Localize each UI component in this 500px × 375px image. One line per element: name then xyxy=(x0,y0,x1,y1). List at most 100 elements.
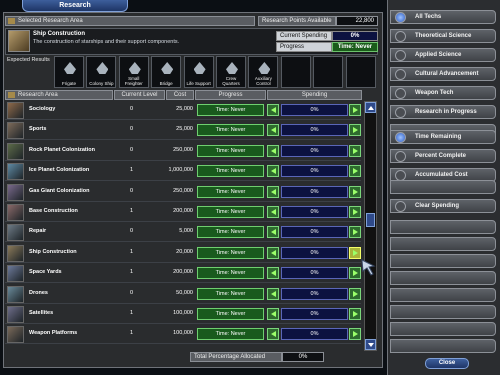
spending-bar[interactable]: 0% xyxy=(281,328,348,341)
sidebar-empty-slot[interactable] xyxy=(390,220,496,234)
sidebar-empty-slot[interactable] xyxy=(390,254,496,268)
sidebar-empty-slot[interactable] xyxy=(390,237,496,251)
decrease-spending-button[interactable] xyxy=(267,206,279,218)
research-cost: 200,000 xyxy=(173,208,193,214)
table-row[interactable]: Repair 0 5,000 Time: Never 0% xyxy=(5,223,361,243)
decrease-spending-button[interactable] xyxy=(267,287,279,300)
increase-spending-button[interactable] xyxy=(349,226,361,239)
progress-time: Time: Never xyxy=(197,185,264,198)
expected-result-tile[interactable]: Bridge xyxy=(151,56,182,88)
sort-button-0[interactable]: Time Remaining xyxy=(390,130,496,144)
expected-result-tile[interactable]: Frigate xyxy=(54,56,84,88)
close-button[interactable]: Close xyxy=(425,358,469,369)
sidebar-spacer[interactable] xyxy=(390,180,496,194)
header-spending[interactable]: Spending xyxy=(267,90,362,100)
clear-spending-button[interactable]: Clear Spending xyxy=(390,199,496,213)
filter-button-2[interactable]: Applied Science xyxy=(390,48,496,62)
increase-spending-button[interactable] xyxy=(349,104,361,116)
table-row[interactable]: Space Yards 1 200,000 Time: Never 0% xyxy=(5,264,361,284)
decrease-spending-button[interactable] xyxy=(267,104,279,116)
header-progress[interactable]: Progress xyxy=(195,90,266,100)
research-thumbnail-icon xyxy=(7,265,24,283)
research-thumbnail-icon xyxy=(7,244,24,262)
spending-bar[interactable]: 0% xyxy=(281,104,348,116)
decrease-spending-button[interactable] xyxy=(267,328,279,341)
decrease-spending-button[interactable] xyxy=(267,144,279,157)
table-row[interactable]: Gas Giant Colonization 0 250,000 Time: Neve… xyxy=(5,183,361,202)
sidebar-empty-slot[interactable] xyxy=(390,322,496,336)
increase-spending-button[interactable] xyxy=(349,165,361,178)
table-row[interactable]: Satellites 1 100,000 Time: Never 0% xyxy=(5,305,361,324)
filter-button-1[interactable]: Theoretical Science xyxy=(390,29,496,43)
decrease-spending-button[interactable] xyxy=(267,124,279,137)
scroll-thumb[interactable] xyxy=(366,213,375,227)
filter-button-5[interactable]: Research in Progress xyxy=(390,105,496,119)
sidebar-empty-slot[interactable] xyxy=(390,271,496,285)
spending-bar[interactable]: 0% xyxy=(281,165,348,178)
spending-bar[interactable]: 0% xyxy=(281,287,348,300)
sidebar-empty-slot[interactable] xyxy=(390,339,496,353)
table-row[interactable]: Sports 0 25,000 Time: Never 0% xyxy=(5,121,361,141)
increase-spending-button[interactable] xyxy=(349,124,361,137)
spending-bar[interactable]: 0% xyxy=(281,144,348,157)
ship-icon xyxy=(258,62,271,74)
header-cost[interactable]: Cost xyxy=(166,90,194,100)
expected-result-tile[interactable]: Colony Ship xyxy=(86,56,117,88)
table-row[interactable]: Sociology 0 25,000 Time: Never 0% xyxy=(5,101,361,120)
spending-bar[interactable]: 0% xyxy=(281,226,348,239)
decrease-spending-button[interactable] xyxy=(267,185,279,198)
spending-bar[interactable]: 0% xyxy=(281,124,348,137)
expected-result-tile[interactable] xyxy=(313,56,344,88)
decrease-spending-button[interactable] xyxy=(267,308,279,320)
decrease-spending-button[interactable] xyxy=(267,267,279,280)
research-cost: 25,000 xyxy=(176,106,193,112)
decrease-spending-button[interactable] xyxy=(267,246,279,259)
increase-spending-button[interactable] xyxy=(349,185,361,198)
header-research-area[interactable]: Research Area xyxy=(5,90,113,100)
spending-bar[interactable]: 0% xyxy=(281,185,348,198)
increase-spending-button[interactable] xyxy=(349,308,361,320)
filter-button-0[interactable]: All Techs xyxy=(390,10,496,24)
increase-spending-button[interactable] xyxy=(349,144,361,157)
expected-result-tile[interactable] xyxy=(280,56,311,88)
expected-result-tile[interactable]: Crew Quarters xyxy=(216,56,246,88)
decrease-spending-button[interactable] xyxy=(267,165,279,178)
table-row[interactable]: Ice Planet Colonization 1 1,000,000 Time: N… xyxy=(5,162,361,182)
research-table: Sociology 0 25,000 Time: Never 0% Sports 0 25,0… xyxy=(5,101,361,349)
research-thumbnail-icon xyxy=(7,306,24,323)
table-row[interactable]: Base Construction 1 200,000 Time: Never 0% xyxy=(5,203,361,222)
current-level: 0 xyxy=(129,106,134,112)
progress-time: Time: Never xyxy=(197,328,264,341)
scroll-down-button[interactable] xyxy=(365,339,376,350)
decrease-spending-button[interactable] xyxy=(267,226,279,239)
sidebar-empty-slot[interactable] xyxy=(390,305,496,319)
table-row[interactable]: Weapon Platforms 1 100,000 Time: Never 0% xyxy=(5,325,361,345)
expected-result-tile[interactable]: Life Support xyxy=(183,56,214,88)
increase-spending-button[interactable] xyxy=(349,287,361,300)
filter-button-3[interactable]: Cultural Advancement xyxy=(390,67,496,81)
expected-result-tile[interactable]: Small Freighter xyxy=(118,56,149,88)
sort-button-1[interactable]: Percent Complete xyxy=(390,149,496,163)
table-row[interactable]: Drones 0 50,000 Time: Never 0% xyxy=(5,285,361,304)
scroll-up-button[interactable] xyxy=(365,102,376,113)
table-row[interactable]: Ship Construction 1 20,000 Time: Never 0% xyxy=(5,244,361,263)
sidebar-empty-slot[interactable] xyxy=(390,288,496,302)
filter-button-4[interactable]: Weapon Tech xyxy=(390,86,496,100)
expected-result-label: Auxiliary Control xyxy=(254,76,272,86)
spending-bar[interactable]: 0% xyxy=(281,246,348,259)
expected-result-tile[interactable] xyxy=(345,56,376,88)
row-divider xyxy=(5,241,361,243)
table-row[interactable]: Rock Planet Colonization 0 250,000 Time: Ne… xyxy=(5,142,361,161)
research-cost: 200,000 xyxy=(173,269,193,276)
spending-bar[interactable]: 0% xyxy=(281,206,348,218)
increase-spending-button[interactable] xyxy=(349,328,361,341)
increase-spending-button[interactable] xyxy=(349,206,361,218)
header-current-level[interactable]: Current Level xyxy=(114,90,165,100)
current-spending-value: 0% xyxy=(332,31,378,41)
spending-bar[interactable]: 0% xyxy=(281,267,348,280)
spending-bar[interactable]: 0% xyxy=(281,308,348,320)
expected-result-label: Bridge xyxy=(159,81,173,86)
expected-result-tile[interactable]: Auxiliary Control xyxy=(248,56,279,88)
increase-spending-button[interactable] xyxy=(349,246,361,259)
current-level: 1 xyxy=(129,330,134,337)
